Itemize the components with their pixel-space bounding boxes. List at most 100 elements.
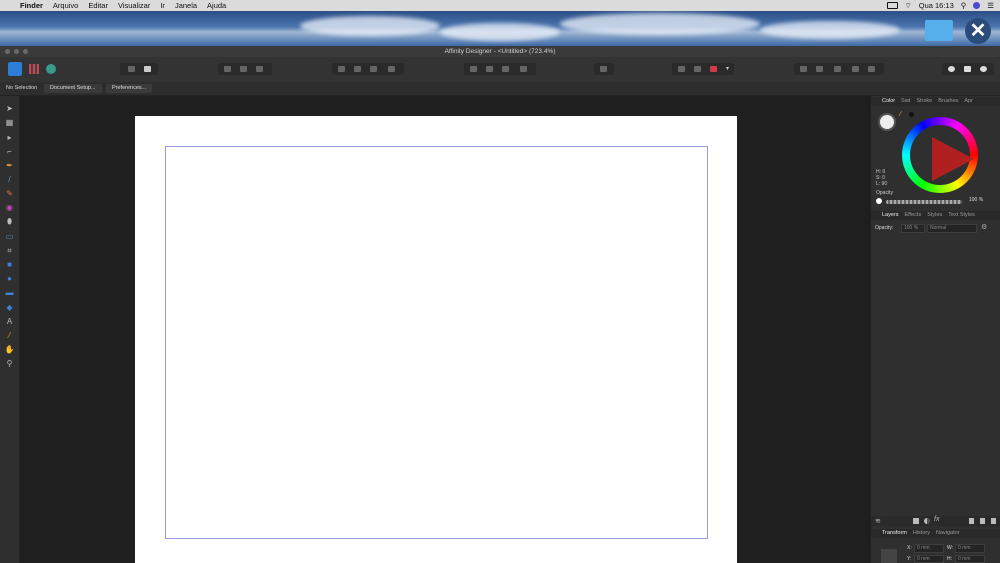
layer-settings-icon[interactable]: ⚙ bbox=[981, 223, 987, 231]
move-tool-icon[interactable]: ➤ bbox=[5, 104, 14, 113]
spotlight-icon[interactable]: ⚲ bbox=[961, 1, 967, 10]
layer-opacity-field[interactable]: 100 % bbox=[901, 224, 925, 233]
designer-persona-icon[interactable] bbox=[8, 62, 22, 76]
menu-janela[interactable]: Janela bbox=[175, 1, 197, 10]
pixel-persona-icon[interactable] bbox=[29, 64, 39, 74]
anchor-selector[interactable] bbox=[881, 549, 897, 563]
color-picker-icon[interactable] bbox=[980, 66, 987, 72]
pencil-tool-icon[interactable]: / bbox=[5, 175, 14, 184]
duplicate-layer-icon[interactable] bbox=[980, 518, 985, 524]
menu-app[interactable]: Finder bbox=[20, 1, 43, 10]
fill-tool-icon[interactable]: ◉ bbox=[5, 203, 14, 212]
flip-vertical-icon[interactable] bbox=[486, 66, 493, 72]
opacity-value[interactable]: 100 % bbox=[969, 197, 983, 203]
mask-icon[interactable] bbox=[913, 518, 919, 524]
fx-icon[interactable]: fx bbox=[934, 516, 939, 523]
rotate-box-icon[interactable] bbox=[256, 66, 263, 72]
add-boolean-icon[interactable] bbox=[800, 66, 807, 72]
opacity-knob[interactable] bbox=[876, 198, 882, 204]
menu-ajuda[interactable]: Ajuda bbox=[207, 1, 226, 10]
intersect-boolean-icon[interactable] bbox=[834, 66, 841, 72]
blend-mode-select[interactable]: Normal bbox=[927, 224, 977, 233]
snapping-icon[interactable] bbox=[144, 66, 151, 72]
wifi-icon[interactable]: ⌔ bbox=[905, 1, 912, 11]
minimize-window-button[interactable] bbox=[14, 49, 19, 54]
rotate-right-icon[interactable] bbox=[520, 66, 527, 72]
pen-tool-icon[interactable]: ✒ bbox=[5, 161, 14, 170]
ellipse-tool-icon[interactable]: ● bbox=[5, 274, 14, 283]
tab-stroke[interactable]: Stroke bbox=[913, 97, 935, 106]
clock[interactable]: Qua 16:13 bbox=[919, 1, 954, 10]
tab-transform[interactable]: Transform bbox=[879, 529, 910, 538]
close-window-button[interactable] bbox=[5, 49, 10, 54]
add-layer-icon[interactable] bbox=[969, 518, 974, 524]
color-triangle[interactable] bbox=[932, 137, 974, 181]
drive-x-icon[interactable]: ✕ bbox=[965, 18, 991, 44]
tab-color[interactable]: Color bbox=[879, 97, 898, 106]
subtract-boolean-icon[interactable] bbox=[816, 66, 823, 72]
siri-icon[interactable] bbox=[973, 2, 981, 9]
grid-icon[interactable] bbox=[678, 66, 685, 72]
xor-boolean-icon[interactable] bbox=[852, 66, 859, 72]
preferences-button[interactable]: Preferences... bbox=[106, 84, 153, 93]
zoom-tool-icon[interactable]: ⚲ bbox=[5, 359, 14, 368]
zoom-window-button[interactable] bbox=[23, 49, 28, 54]
hand-tool-icon[interactable]: ✋ bbox=[5, 345, 15, 354]
artboard-tool-icon[interactable]: ▦ bbox=[5, 118, 14, 127]
flip-horizontal-icon[interactable] bbox=[470, 66, 477, 72]
menu-visualizar[interactable]: Visualizar bbox=[118, 1, 150, 10]
w-field[interactable]: 0 mm bbox=[955, 544, 985, 553]
tab-swatches[interactable]: Swt bbox=[898, 97, 913, 106]
node-tool-icon[interactable]: ▸ bbox=[5, 133, 14, 142]
tab-styles[interactable]: Styles bbox=[924, 211, 945, 220]
assistant-icon[interactable] bbox=[948, 66, 955, 72]
chevron-down-icon[interactable]: ▾ bbox=[726, 65, 729, 72]
eyedropper-tool-icon[interactable]: ⁄ bbox=[5, 331, 14, 340]
tab-navigator[interactable]: Navigator bbox=[933, 529, 963, 538]
export-persona-icon[interactable] bbox=[46, 64, 56, 74]
stroke-swatch[interactable] bbox=[909, 112, 914, 117]
transparency-tool-icon[interactable]: ⬮ bbox=[5, 217, 14, 226]
align-icon[interactable] bbox=[600, 66, 607, 72]
tab-effects[interactable]: Effects bbox=[902, 211, 925, 220]
opacity-slider[interactable] bbox=[886, 200, 962, 204]
geometry-icon[interactable] bbox=[694, 66, 701, 72]
vector-brush-tool-icon[interactable]: ✎ bbox=[5, 189, 14, 198]
tab-text-styles[interactable]: Text Styles bbox=[945, 211, 978, 220]
tab-layers[interactable]: Layers bbox=[879, 211, 902, 220]
move-back-icon[interactable] bbox=[338, 66, 345, 72]
transform-origin-icon[interactable] bbox=[240, 66, 247, 72]
tab-brushes[interactable]: Brushes bbox=[935, 97, 961, 106]
adjustment-icon[interactable] bbox=[924, 518, 930, 524]
share-icon[interactable] bbox=[964, 66, 971, 72]
color-wheel[interactable] bbox=[902, 117, 978, 193]
view-mode-icon[interactable] bbox=[128, 66, 135, 72]
rotate-left-icon[interactable] bbox=[502, 66, 509, 72]
rectangle-tool-icon[interactable]: ■ bbox=[5, 260, 14, 269]
move-forward-icon[interactable] bbox=[370, 66, 377, 72]
menu-arquivo[interactable]: Arquivo bbox=[53, 1, 78, 10]
notification-center-icon[interactable]: ☰ bbox=[987, 1, 994, 10]
fill-swatch[interactable] bbox=[878, 113, 896, 131]
eyedropper-icon[interactable]: ⁄ bbox=[900, 111, 901, 118]
artboard[interactable] bbox=[135, 116, 737, 563]
y-field[interactable]: 0 mm bbox=[914, 555, 944, 563]
canvas-area[interactable] bbox=[20, 96, 869, 563]
menu-ir[interactable]: Ir bbox=[160, 1, 165, 10]
bounding-box-icon[interactable] bbox=[224, 66, 231, 72]
rounded-rectangle-tool-icon[interactable]: ▬ bbox=[5, 288, 14, 297]
tab-appearance[interactable]: Apr bbox=[961, 97, 976, 106]
crop-tool-icon[interactable]: ⌗ bbox=[5, 246, 14, 255]
shape-tool-icon[interactable]: ◆ bbox=[5, 303, 14, 312]
snapping-magnet-icon[interactable] bbox=[710, 66, 717, 72]
move-front-icon[interactable] bbox=[388, 66, 395, 72]
tab-history[interactable]: History bbox=[910, 529, 933, 538]
divide-boolean-icon[interactable] bbox=[868, 66, 875, 72]
menu-editar[interactable]: Editar bbox=[88, 1, 108, 10]
layers-stack-icon[interactable]: ≋ bbox=[875, 517, 881, 525]
delete-layer-icon[interactable] bbox=[991, 518, 996, 524]
text-tool-icon[interactable]: A bbox=[5, 317, 14, 326]
place-image-tool-icon[interactable]: ▭ bbox=[5, 232, 14, 241]
document-setup-button[interactable]: Document Setup... bbox=[44, 84, 102, 93]
h-field[interactable]: 0 mm bbox=[955, 555, 985, 563]
